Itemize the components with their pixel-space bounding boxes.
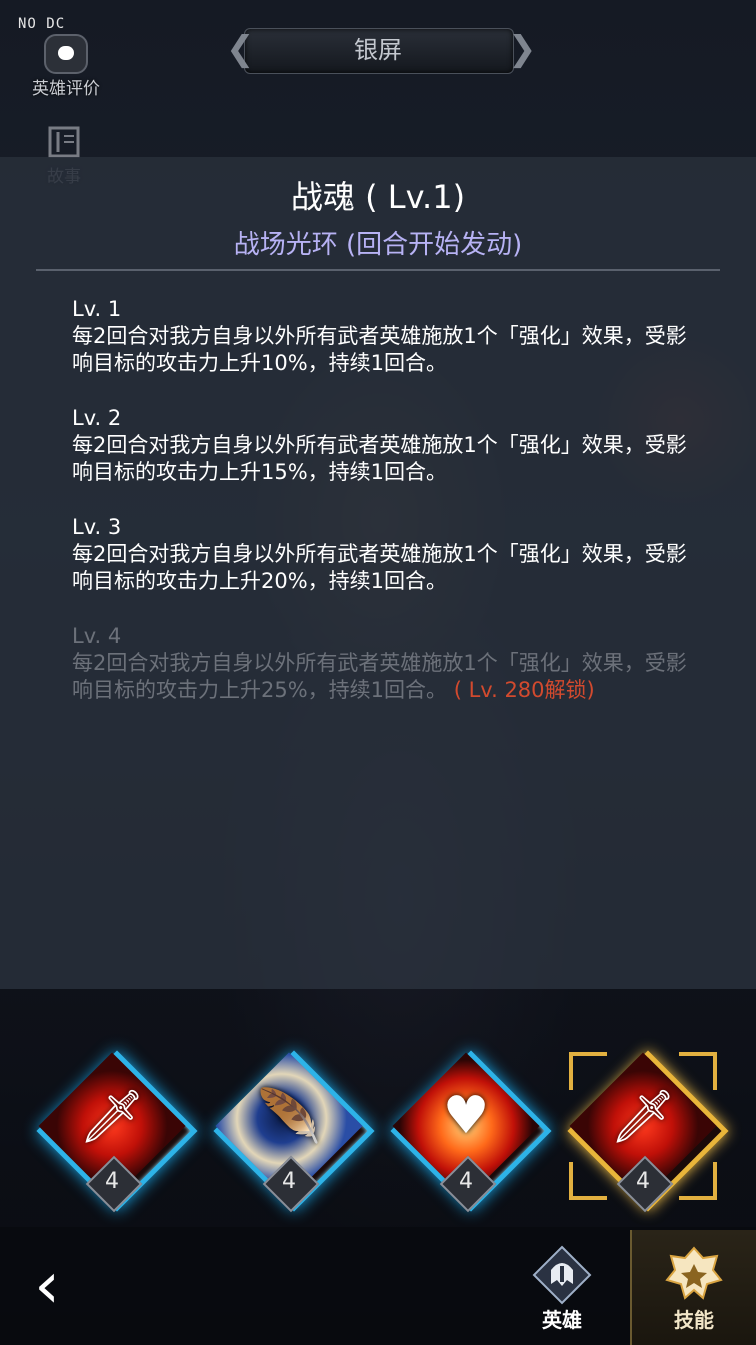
skill-slot-3[interactable]: ♥ 4 <box>386 1046 552 1213</box>
tab-skill-label: 技能 <box>674 1308 714 1332</box>
skill-level-item: Lv. 1 每2回合对我方自身以外所有武者英雄施放1个「强化」效果，受影响目标的… <box>72 296 692 377</box>
skill-slot-1[interactable]: 🗡 4 <box>32 1046 198 1213</box>
tab-hero-label: 英雄 <box>542 1308 582 1332</box>
star-badge-icon <box>663 1244 725 1306</box>
hero-switcher: 银屏 ❮ ❯ <box>226 26 537 76</box>
skill-level-item: Lv. 2 每2回合对我方自身以外所有武者英雄施放1个「强化」效果，受影响目标的… <box>72 405 692 486</box>
tab-hero[interactable]: 英雄 <box>500 1230 624 1345</box>
skill-level-head: Lv. 1 <box>72 297 122 321</box>
skill-level-text: 每2回合对我方自身以外所有武者英雄施放1个「强化」效果，受影响目标的攻击力上升1… <box>72 324 687 375</box>
skill-level-number: 4 <box>105 1169 119 1194</box>
skill-level-number: 4 <box>636 1169 650 1194</box>
skill-glyph: 🗡 <box>609 1087 676 1147</box>
skill-glyph: ♥ <box>442 1086 490 1146</box>
skill-level-head: Lv. 3 <box>72 515 122 539</box>
chat-bubble-icon <box>44 34 88 74</box>
skill-level-list: Lv. 1 每2回合对我方自身以外所有武者英雄施放1个「强化」效果，受影响目标的… <box>72 296 692 732</box>
skill-level-number: 4 <box>459 1169 473 1194</box>
hero-review-button[interactable]: 英雄评价 <box>24 34 108 99</box>
tab-skill-active[interactable]: 技能 <box>630 1230 756 1345</box>
gold-frame-corner <box>679 1052 717 1090</box>
knight-helmet-icon <box>531 1244 593 1306</box>
book-icon <box>44 122 84 162</box>
skill-subtitle: 战场光环 (回合开始发动) <box>233 230 523 260</box>
next-hero-arrow-icon[interactable]: ❯ <box>508 26 537 74</box>
skill-slot-2[interactable]: 🪶 4 <box>209 1046 375 1213</box>
prev-hero-arrow-icon[interactable]: ❮ <box>226 26 255 74</box>
skill-level-item-locked: Lv. 4 每2回合对我方自身以外所有武者英雄施放1个「强化」效果，受影响目标的… <box>72 623 692 704</box>
skill-title: 战魂 ( Lv.1) <box>290 178 466 216</box>
skill-glyph: 🪶 <box>256 1087 322 1147</box>
back-arrow-icon[interactable]: ‹ <box>22 1254 72 1318</box>
skill-level-text: 每2回合对我方自身以外所有武者英雄施放1个「强化」效果，受影响目标的攻击力上升1… <box>72 433 687 484</box>
debug-label: NO DC <box>18 16 66 32</box>
gold-frame-corner <box>569 1162 607 1200</box>
hero-review-label: 英雄评价 <box>32 79 100 99</box>
skill-glyph: 🗡 <box>78 1087 145 1147</box>
unlock-requirement: ( Lv. 280解锁) <box>447 678 595 702</box>
gold-frame-corner <box>569 1052 607 1090</box>
skill-slot-4-selected[interactable]: 🗡 4 <box>563 1046 729 1213</box>
hero-name: 银屏 <box>354 36 402 64</box>
skill-level-number: 4 <box>282 1169 296 1194</box>
skill-level-item: Lv. 3 每2回合对我方自身以外所有武者英雄施放1个「强化」效果，受影响目标的… <box>72 514 692 595</box>
skill-level-head: Lv. 4 <box>72 624 122 648</box>
skill-level-head: Lv. 2 <box>72 406 122 430</box>
skill-level-text: 每2回合对我方自身以外所有武者英雄施放1个「强化」效果，受影响目标的攻击力上升2… <box>72 542 687 593</box>
panel-divider <box>36 269 720 271</box>
